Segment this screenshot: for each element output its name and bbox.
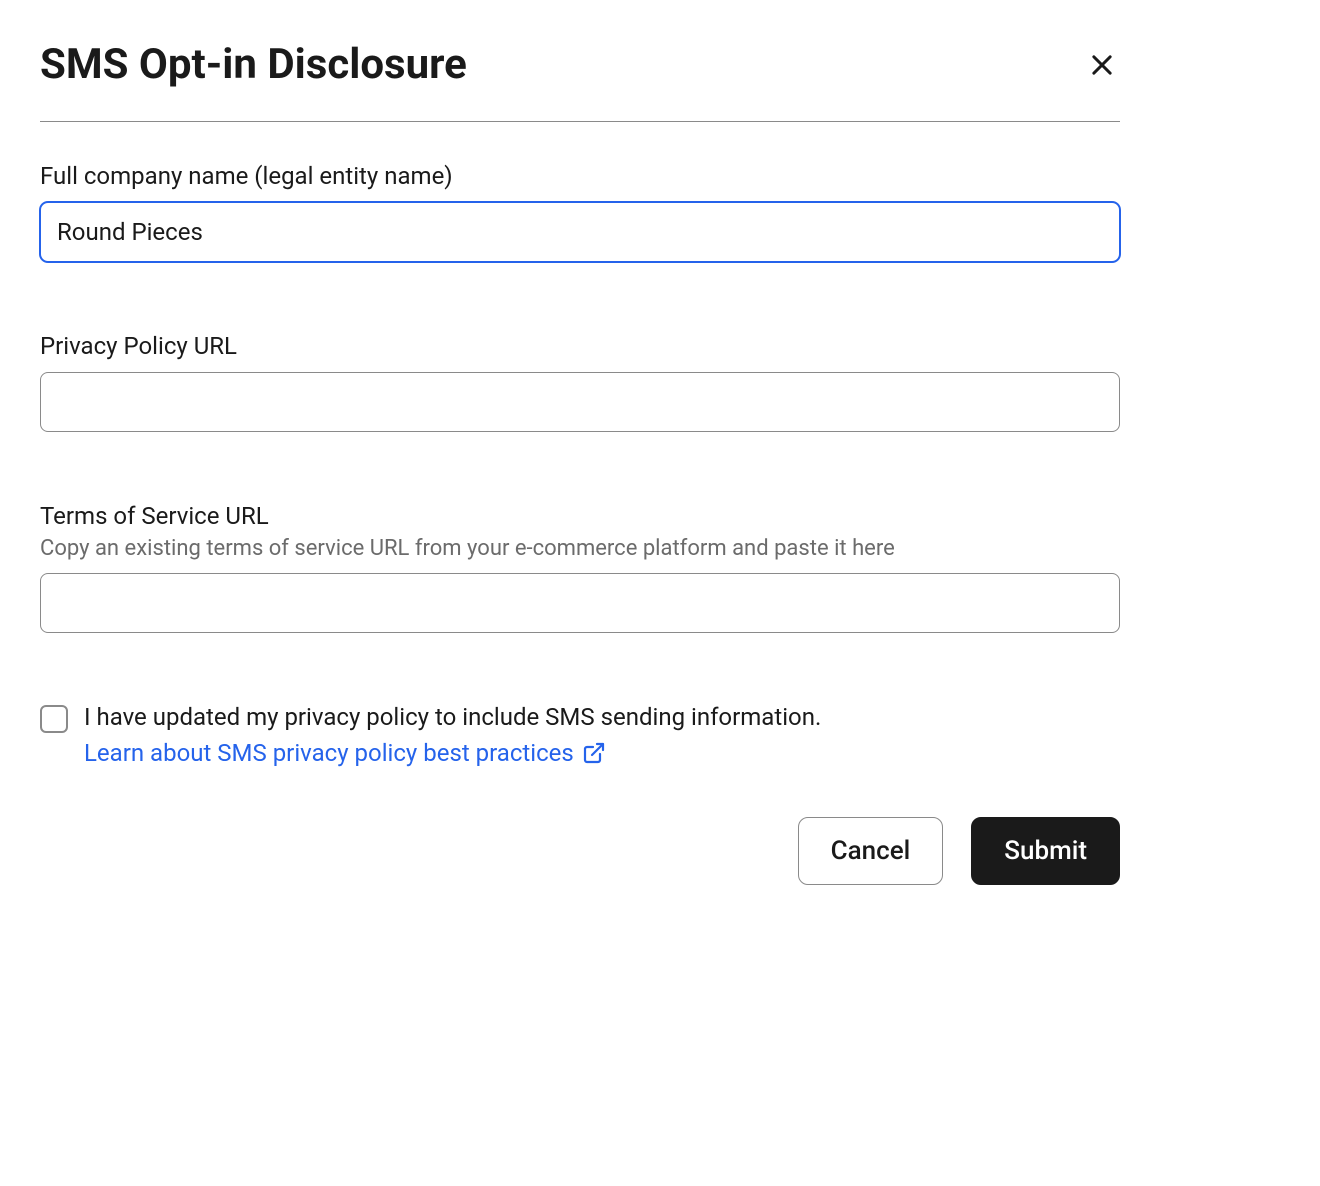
privacy-policy-input[interactable]: [40, 372, 1120, 432]
modal-header: SMS Opt-in Disclosure: [40, 40, 1120, 122]
tos-label: Terms of Service URL: [40, 502, 1120, 530]
learn-more-link[interactable]: Learn about SMS privacy policy best prac…: [84, 739, 606, 767]
sms-opt-in-modal: SMS Opt-in Disclosure Full company name …: [40, 40, 1120, 885]
external-link-icon: [582, 741, 606, 765]
close-icon: [1088, 51, 1116, 79]
close-button[interactable]: [1084, 47, 1120, 83]
privacy-policy-field-group: Privacy Policy URL: [40, 332, 1120, 432]
consent-label: I have updated my privacy policy to incl…: [84, 703, 1120, 731]
company-name-label: Full company name (legal entity name): [40, 162, 1120, 190]
consent-row: I have updated my privacy policy to incl…: [40, 703, 1120, 767]
modal-title: SMS Opt-in Disclosure: [40, 40, 467, 89]
tos-input[interactable]: [40, 573, 1120, 633]
company-name-input[interactable]: [40, 202, 1120, 262]
submit-button[interactable]: Submit: [971, 817, 1120, 885]
tos-field-group: Terms of Service URL Copy an existing te…: [40, 502, 1120, 633]
learn-more-link-text: Learn about SMS privacy policy best prac…: [84, 739, 574, 767]
button-row: Cancel Submit: [40, 817, 1120, 885]
consent-checkbox[interactable]: [40, 705, 68, 733]
tos-help-text: Copy an existing terms of service URL fr…: [40, 536, 1120, 561]
consent-content: I have updated my privacy policy to incl…: [84, 703, 1120, 767]
privacy-policy-label: Privacy Policy URL: [40, 332, 1120, 360]
company-name-field-group: Full company name (legal entity name): [40, 162, 1120, 262]
cancel-button[interactable]: Cancel: [798, 817, 944, 885]
